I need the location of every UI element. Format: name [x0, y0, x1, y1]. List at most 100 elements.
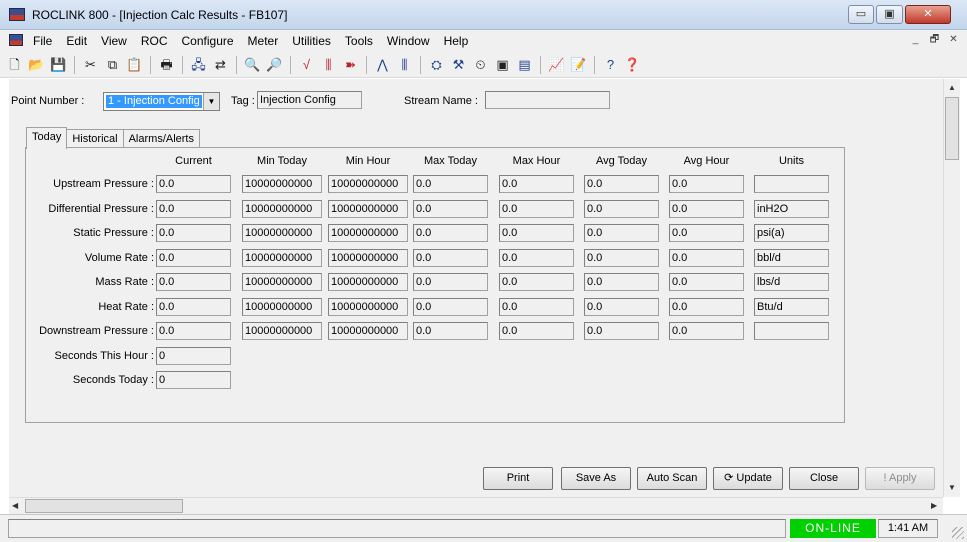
value-field[interactable]: 10000000000 — [242, 298, 322, 316]
value-field[interactable]: 0.0 — [584, 322, 659, 340]
vertical-scrollbar[interactable]: ▲ ▼ — [943, 79, 960, 497]
value-field[interactable]: 0.0 — [669, 249, 744, 267]
value-field[interactable]: 0.0 — [156, 273, 231, 291]
menu-tools[interactable]: Tools — [345, 34, 373, 48]
signal-icon[interactable]: ⫼ — [395, 55, 414, 74]
chart-icon[interactable]: 📈 — [547, 55, 566, 74]
value-field[interactable]: psi(a) — [754, 224, 829, 242]
value-field[interactable]: 0.0 — [156, 200, 231, 218]
value-field[interactable]: 0.0 — [584, 298, 659, 316]
zoom-in-icon[interactable]: 🔍 — [243, 55, 262, 74]
trend-icon[interactable]: √ — [297, 55, 316, 74]
value-field[interactable]: 0.0 — [413, 224, 488, 242]
mdi-close-button[interactable]: ✕ — [946, 33, 961, 48]
value-field[interactable]: 0.0 — [499, 298, 574, 316]
vertical-scroll-thumb[interactable] — [945, 97, 959, 160]
direct-connect-icon[interactable]: ⇄ — [211, 55, 230, 74]
value-field[interactable]: 0.0 — [499, 224, 574, 242]
seconds-field[interactable]: 0 — [156, 371, 231, 389]
help-icon[interactable]: ? — [601, 55, 620, 74]
copy-icon[interactable]: ⧉ — [103, 55, 122, 74]
document-menu-icon[interactable] — [9, 34, 23, 46]
zoom-out-icon[interactable]: 🔎 — [265, 55, 284, 74]
value-field[interactable]: 0.0 — [499, 273, 574, 291]
value-field[interactable]: 0.0 — [156, 322, 231, 340]
value-field[interactable]: 0.0 — [413, 322, 488, 340]
menu-configure[interactable]: Configure — [182, 34, 234, 48]
value-field[interactable]: 0.0 — [584, 249, 659, 267]
value-field[interactable]: Btu/d — [754, 298, 829, 316]
edit-doc-icon[interactable]: 📝 — [569, 55, 588, 74]
save-as-button[interactable]: Save As — [561, 467, 631, 490]
value-field[interactable]: 0.0 — [669, 175, 744, 193]
display-icon[interactable]: ▣ — [493, 55, 512, 74]
value-field[interactable] — [754, 175, 829, 193]
value-field[interactable]: 0.0 — [413, 249, 488, 267]
scroll-up-icon[interactable]: ▲ — [948, 83, 956, 92]
value-field[interactable]: 0.0 — [584, 273, 659, 291]
bars-icon[interactable]: ⫼ — [319, 55, 338, 74]
value-field[interactable]: 10000000000 — [328, 224, 408, 242]
value-field[interactable]: 0.0 — [156, 175, 231, 193]
tab-historical[interactable]: Historical — [66, 129, 124, 148]
resize-grip-icon[interactable] — [952, 527, 964, 539]
clock-icon[interactable]: ⏲ — [471, 55, 490, 74]
close-window-button[interactable]: ✕ — [905, 5, 951, 24]
scroll-down-icon[interactable]: ▼ — [948, 483, 956, 492]
value-field[interactable]: 0.0 — [413, 200, 488, 218]
value-field[interactable]: 0.0 — [156, 249, 231, 267]
value-field[interactable]: 0.0 — [499, 322, 574, 340]
context-help-icon[interactable]: ❓ — [623, 55, 642, 74]
menu-file[interactable]: File — [33, 34, 52, 48]
horizontal-scrollbar[interactable]: ◀ ▶ — [9, 497, 943, 514]
connect-icon[interactable]: 🖧 — [189, 55, 208, 74]
value-field[interactable]: 0.0 — [669, 298, 744, 316]
value-field[interactable]: 0.0 — [499, 175, 574, 193]
value-field[interactable]: 10000000000 — [242, 175, 322, 193]
value-field[interactable]: 10000000000 — [328, 273, 408, 291]
value-field[interactable]: 10000000000 — [328, 249, 408, 267]
update-button[interactable]: ⟳ Update — [713, 467, 783, 490]
close-button[interactable]: Close — [789, 467, 859, 490]
menu-help[interactable]: Help — [444, 34, 469, 48]
tool-icon[interactable]: ⚒ — [449, 55, 468, 74]
chevron-down-icon[interactable]: ▼ — [203, 93, 219, 110]
value-field[interactable]: 0.0 — [499, 249, 574, 267]
print-icon[interactable]: 🖶 — [157, 55, 176, 74]
roclink-app-icon[interactable] — [9, 8, 25, 21]
value-field[interactable]: 10000000000 — [328, 322, 408, 340]
menu-utilities[interactable]: Utilities — [292, 34, 331, 48]
value-field[interactable]: 0.0 — [156, 298, 231, 316]
value-field[interactable]: 0.0 — [669, 200, 744, 218]
apply-button[interactable]: ! Apply — [865, 467, 935, 490]
menu-view[interactable]: View — [101, 34, 127, 48]
plot-icon[interactable]: ⋀ — [373, 55, 392, 74]
value-field[interactable]: inH2O — [754, 200, 829, 218]
tab-today[interactable]: Today — [26, 127, 68, 149]
print-button[interactable]: Print — [483, 467, 553, 490]
value-field[interactable]: 0.0 — [669, 322, 744, 340]
mdi-minimize-button[interactable]: _ — [908, 33, 923, 48]
flow-icon[interactable]: ⛭ — [427, 55, 446, 74]
maximize-button[interactable]: ▣ — [876, 5, 903, 24]
value-field[interactable]: 10000000000 — [328, 200, 408, 218]
value-field[interactable]: 10000000000 — [242, 273, 322, 291]
stream-name-field[interactable] — [485, 91, 610, 109]
value-field[interactable] — [754, 322, 829, 340]
value-field[interactable]: 10000000000 — [242, 200, 322, 218]
value-field[interactable]: 10000000000 — [242, 322, 322, 340]
value-field[interactable]: 0.0 — [584, 200, 659, 218]
scroll-right-icon[interactable]: ▶ — [931, 501, 937, 510]
arrow-icon[interactable]: ➽ — [341, 55, 360, 74]
value-field[interactable]: 0.0 — [156, 224, 231, 242]
scroll-left-icon[interactable]: ◀ — [12, 501, 18, 510]
value-field[interactable]: 10000000000 — [242, 224, 322, 242]
cut-icon[interactable]: ✂ — [81, 55, 100, 74]
menu-edit[interactable]: Edit — [66, 34, 87, 48]
paste-icon[interactable]: 📋 — [125, 55, 144, 74]
value-field[interactable]: bbl/d — [754, 249, 829, 267]
auto-scan-button[interactable]: Auto Scan — [637, 467, 707, 490]
value-field[interactable]: 10000000000 — [242, 249, 322, 267]
new-icon[interactable]: 🗋 — [5, 55, 24, 74]
save-icon[interactable]: 💾 — [49, 55, 68, 74]
